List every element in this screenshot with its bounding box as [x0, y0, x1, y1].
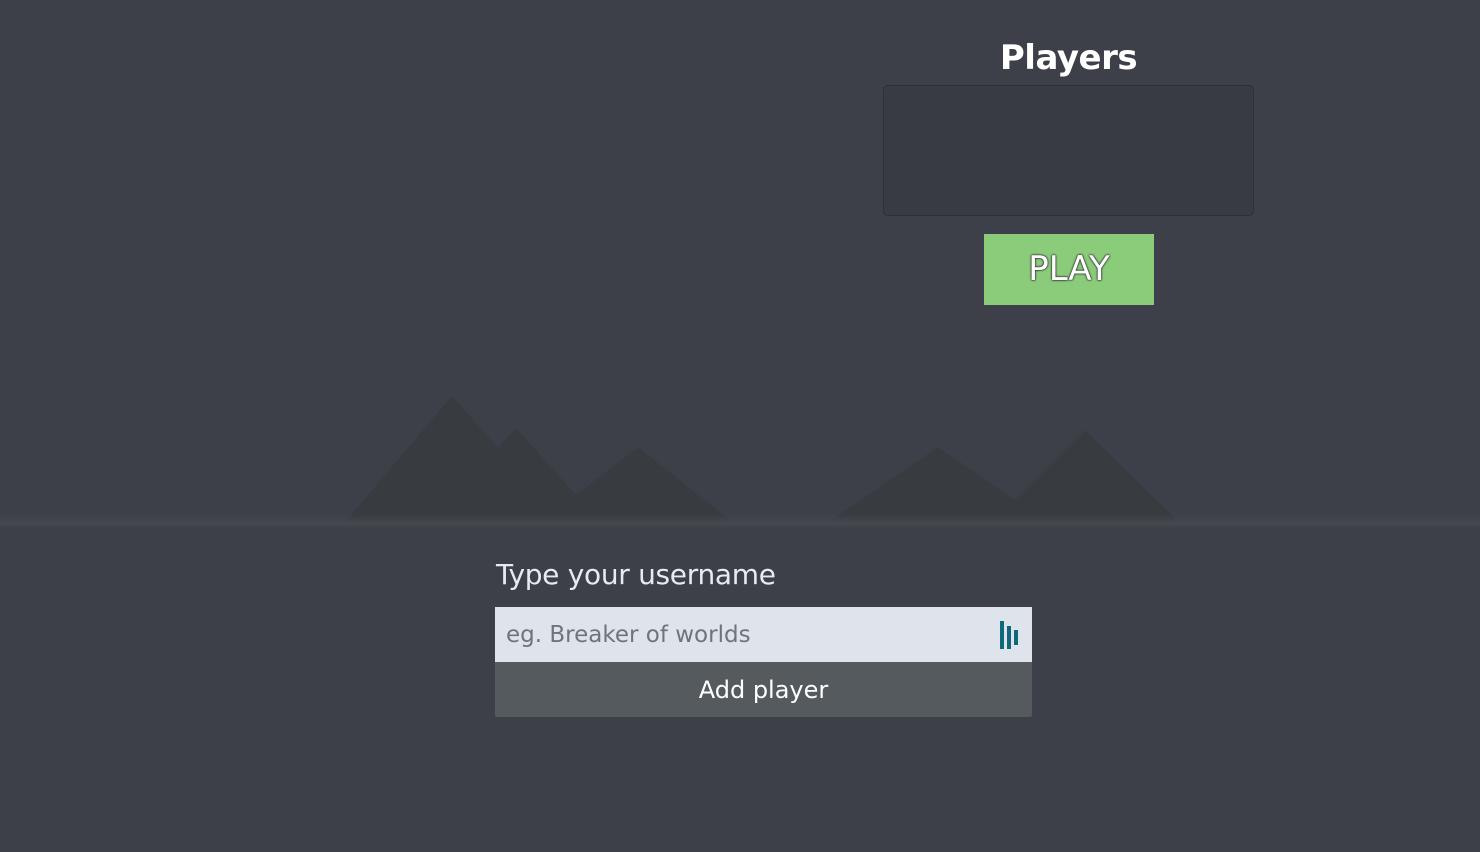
dashlane-icon[interactable] — [998, 619, 1022, 651]
username-input[interactable] — [495, 607, 986, 662]
players-title: Players — [999, 38, 1138, 78]
username-label: Type your username — [496, 558, 776, 591]
ground-line — [0, 514, 1480, 528]
dashlane-icon-bar-1 — [1000, 621, 1004, 649]
dashlane-icon-bar-3 — [1014, 630, 1018, 645]
add-player-button[interactable]: Add player — [495, 662, 1032, 717]
mountain-left — [340, 396, 740, 528]
mountains-background — [340, 396, 1185, 528]
players-list — [883, 85, 1254, 216]
play-button[interactable]: PLAY — [984, 234, 1154, 305]
dashlane-icon-bar-2 — [1007, 626, 1011, 649]
username-field — [495, 607, 1032, 662]
game-lobby: Players PLAY Type your username Add play… — [0, 0, 1480, 852]
